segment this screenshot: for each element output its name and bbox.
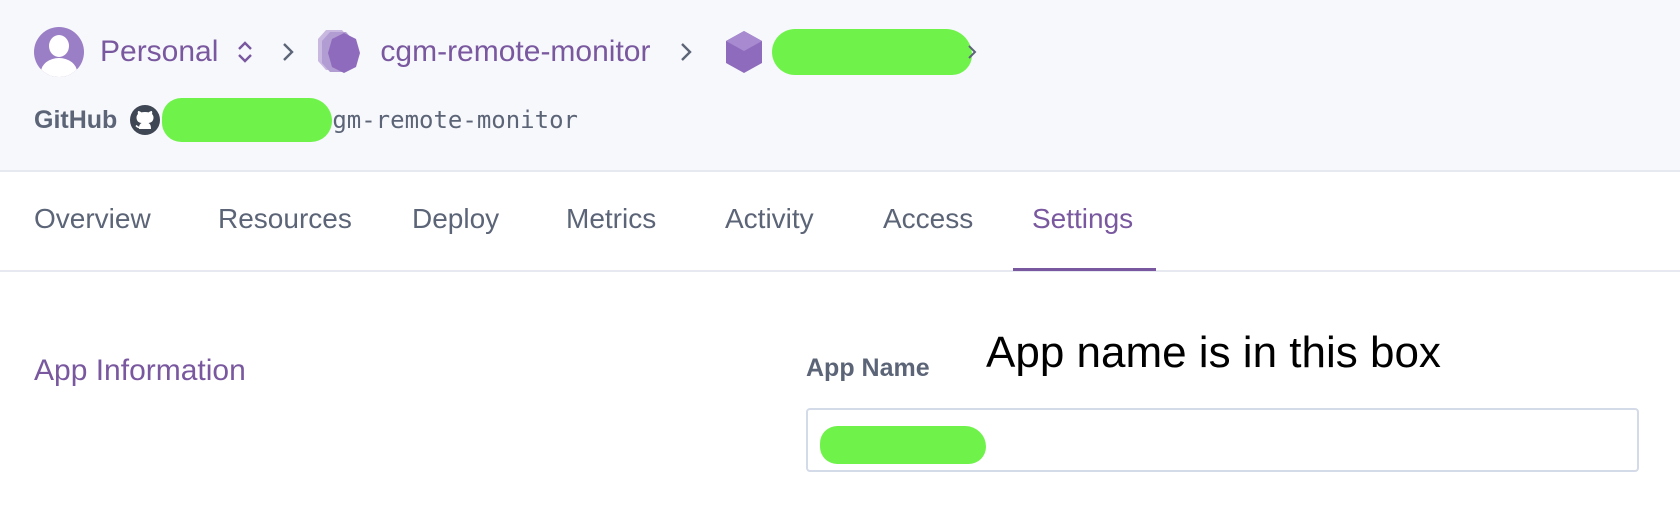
app-hexagon-icon	[726, 31, 763, 73]
tab-activity[interactable]: Activity	[725, 172, 814, 272]
tab-access[interactable]: Access	[883, 172, 973, 272]
tab-metrics[interactable]: Metrics	[566, 172, 656, 272]
chevron-right-icon	[681, 43, 693, 61]
tab-resources[interactable]: Resources	[218, 172, 352, 272]
chevron-right-icon	[283, 43, 295, 61]
github-icon	[130, 105, 161, 135]
app-name-input[interactable]	[806, 408, 1639, 472]
tab-settings[interactable]: Settings	[1032, 172, 1133, 272]
pipeline-icon	[318, 30, 361, 73]
chevron-right-icon	[968, 45, 977, 59]
updown-chevron-icon[interactable]	[234, 38, 256, 66]
redacted-app-name[interactable]	[772, 29, 973, 75]
app-name-label: App Name	[806, 354, 930, 382]
tab-overview[interactable]: Overview	[34, 172, 151, 272]
redacted-app-name-value	[820, 426, 986, 464]
redacted-github-owner	[162, 98, 333, 142]
github-repo-name[interactable]: gm-remote-monitor	[332, 106, 578, 134]
user-avatar-icon[interactable]	[34, 27, 84, 77]
active-tab-indicator	[1013, 268, 1156, 271]
section-title: App Information	[34, 354, 246, 387]
breadcrumb-pipeline[interactable]: cgm-remote-monitor	[380, 35, 650, 69]
github-connection: GitHub gm-remote-monitor	[34, 96, 578, 144]
tab-deploy[interactable]: Deploy	[412, 172, 499, 272]
app-header: Personal cgm-remote-monitor GitHub gm-re…	[0, 0, 1680, 172]
app-tabs: Overview Resources Deploy Metrics Activi…	[0, 172, 1680, 272]
breadcrumb: Personal cgm-remote-monitor	[34, 26, 978, 78]
breadcrumb-account[interactable]: Personal	[100, 35, 218, 69]
annotation-text: App name is in this box	[986, 328, 1441, 377]
github-label: GitHub	[34, 105, 118, 134]
